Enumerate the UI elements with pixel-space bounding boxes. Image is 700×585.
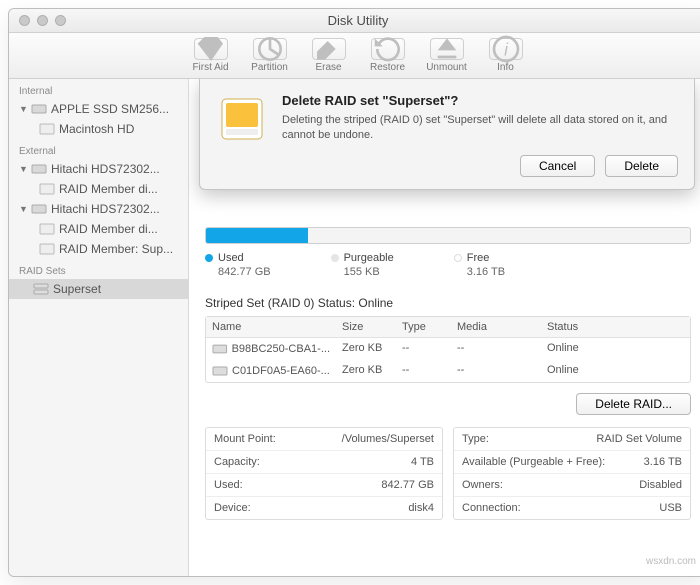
delete-raid-dialog: Delete RAID set "Superset"? Deleting the… — [199, 79, 695, 190]
table-row[interactable]: C01DF0A5-EA60-... Zero KB -- -- Online — [206, 360, 690, 382]
free-label: Free — [467, 252, 490, 264]
toolbar-info[interactable]: i Info — [478, 38, 533, 73]
watermark: wsxdn.com — [646, 556, 696, 567]
partition-icon — [253, 38, 287, 60]
col-media[interactable]: Media — [451, 317, 541, 337]
disk-icon — [31, 102, 47, 116]
info-panels: Mount Point:/Volumes/Superset Capacity:4… — [205, 427, 691, 520]
erase-icon — [312, 38, 346, 60]
table-row[interactable]: B98BC250-CBA1-... Zero KB -- -- Online — [206, 338, 690, 360]
info-icon: i — [489, 38, 523, 60]
sidebar-item-volume[interactable]: Macintosh HD — [9, 119, 188, 139]
sidebar-header-external: External — [9, 139, 188, 159]
cancel-button[interactable]: Cancel — [520, 155, 595, 177]
sidebar-item-volume[interactable]: RAID Member di... — [9, 219, 188, 239]
sidebar-item-disk[interactable]: ▼ APPLE SSD SM256... — [9, 99, 188, 119]
dialog-title: Delete RAID set "Superset"? — [282, 93, 678, 108]
toolbar-erase[interactable]: Erase — [301, 38, 356, 73]
col-status[interactable]: Status — [541, 317, 690, 337]
purgeable-value: 155 KB — [331, 266, 394, 278]
sidebar-item-volume[interactable]: RAID Member di... — [9, 179, 188, 199]
disclosure-triangle[interactable]: ▼ — [19, 164, 27, 174]
raid-members-table: Name Size Type Media Status B98BC250-CBA… — [205, 316, 691, 383]
titlebar: Disk Utility — [9, 9, 700, 33]
toolbar-restore[interactable]: Restore — [360, 38, 415, 73]
dialog-message: Deleting the striped (RAID 0) set "Super… — [282, 113, 678, 143]
sidebar: Internal ▼ APPLE SSD SM256... Macintosh … — [9, 79, 189, 576]
used-dot — [205, 254, 213, 262]
restore-icon — [371, 38, 405, 60]
sidebar-item-disk[interactable]: ▼ Hitachi HDS72302... — [9, 159, 188, 179]
toolbar-unmount[interactable]: Unmount — [419, 38, 474, 73]
volume-icon — [39, 122, 55, 136]
sidebar-item-disk[interactable]: ▼ Hitachi HDS72302... — [9, 199, 188, 219]
used-label: Used — [218, 252, 244, 264]
volume-icon — [39, 222, 55, 236]
disk-icon — [31, 202, 47, 216]
col-type[interactable]: Type — [396, 317, 451, 337]
window-title: Disk Utility — [9, 13, 700, 28]
toolbar-first-aid[interactable]: First Aid — [183, 38, 238, 73]
volume-icon — [39, 242, 55, 256]
main-content: Delete RAID set "Superset"? Deleting the… — [189, 79, 700, 576]
sidebar-item-volume[interactable]: RAID Member: Sup... — [9, 239, 188, 259]
window: Disk Utility First Aid Partition Erase R… — [8, 8, 700, 577]
free-dot — [454, 254, 462, 262]
purgeable-label: Purgeable — [344, 252, 394, 264]
disk-icon — [212, 342, 228, 356]
raid-icon — [33, 282, 49, 296]
used-value: 842.77 GB — [205, 266, 271, 278]
usage-segment-used — [206, 228, 308, 243]
col-size[interactable]: Size — [336, 317, 396, 337]
usage-bar — [205, 227, 691, 244]
disk-icon — [212, 364, 228, 378]
info-right: Type:RAID Set Volume Available (Purgeabl… — [453, 427, 691, 520]
col-name[interactable]: Name — [206, 317, 336, 337]
free-value: 3.16 TB — [454, 266, 505, 278]
sidebar-item-raidset[interactable]: Superset — [9, 279, 188, 299]
disk-icon — [31, 162, 47, 176]
delete-raid-button[interactable]: Delete RAID... — [576, 393, 691, 415]
purgeable-dot — [331, 254, 339, 262]
toolbar: First Aid Partition Erase Restore Unmoun… — [9, 33, 700, 79]
usage-bar-section: Used 842.77 GB Purgeable 155 KB Free 3.1… — [205, 227, 691, 278]
sidebar-header-internal: Internal — [9, 79, 188, 99]
disclosure-triangle[interactable]: ▼ — [19, 204, 27, 214]
firstaid-icon — [194, 38, 228, 60]
volume-icon — [39, 182, 55, 196]
raid-status: Striped Set (RAID 0) Status: Online — [205, 296, 691, 310]
drive-icon — [216, 93, 268, 145]
unmount-icon — [430, 38, 464, 60]
sidebar-header-raidsets: RAID Sets — [9, 259, 188, 279]
delete-button[interactable]: Delete — [605, 155, 678, 177]
info-left: Mount Point:/Volumes/Superset Capacity:4… — [205, 427, 443, 520]
toolbar-partition[interactable]: Partition — [242, 38, 297, 73]
svg-text:i: i — [504, 40, 509, 60]
disclosure-triangle[interactable]: ▼ — [19, 104, 27, 114]
